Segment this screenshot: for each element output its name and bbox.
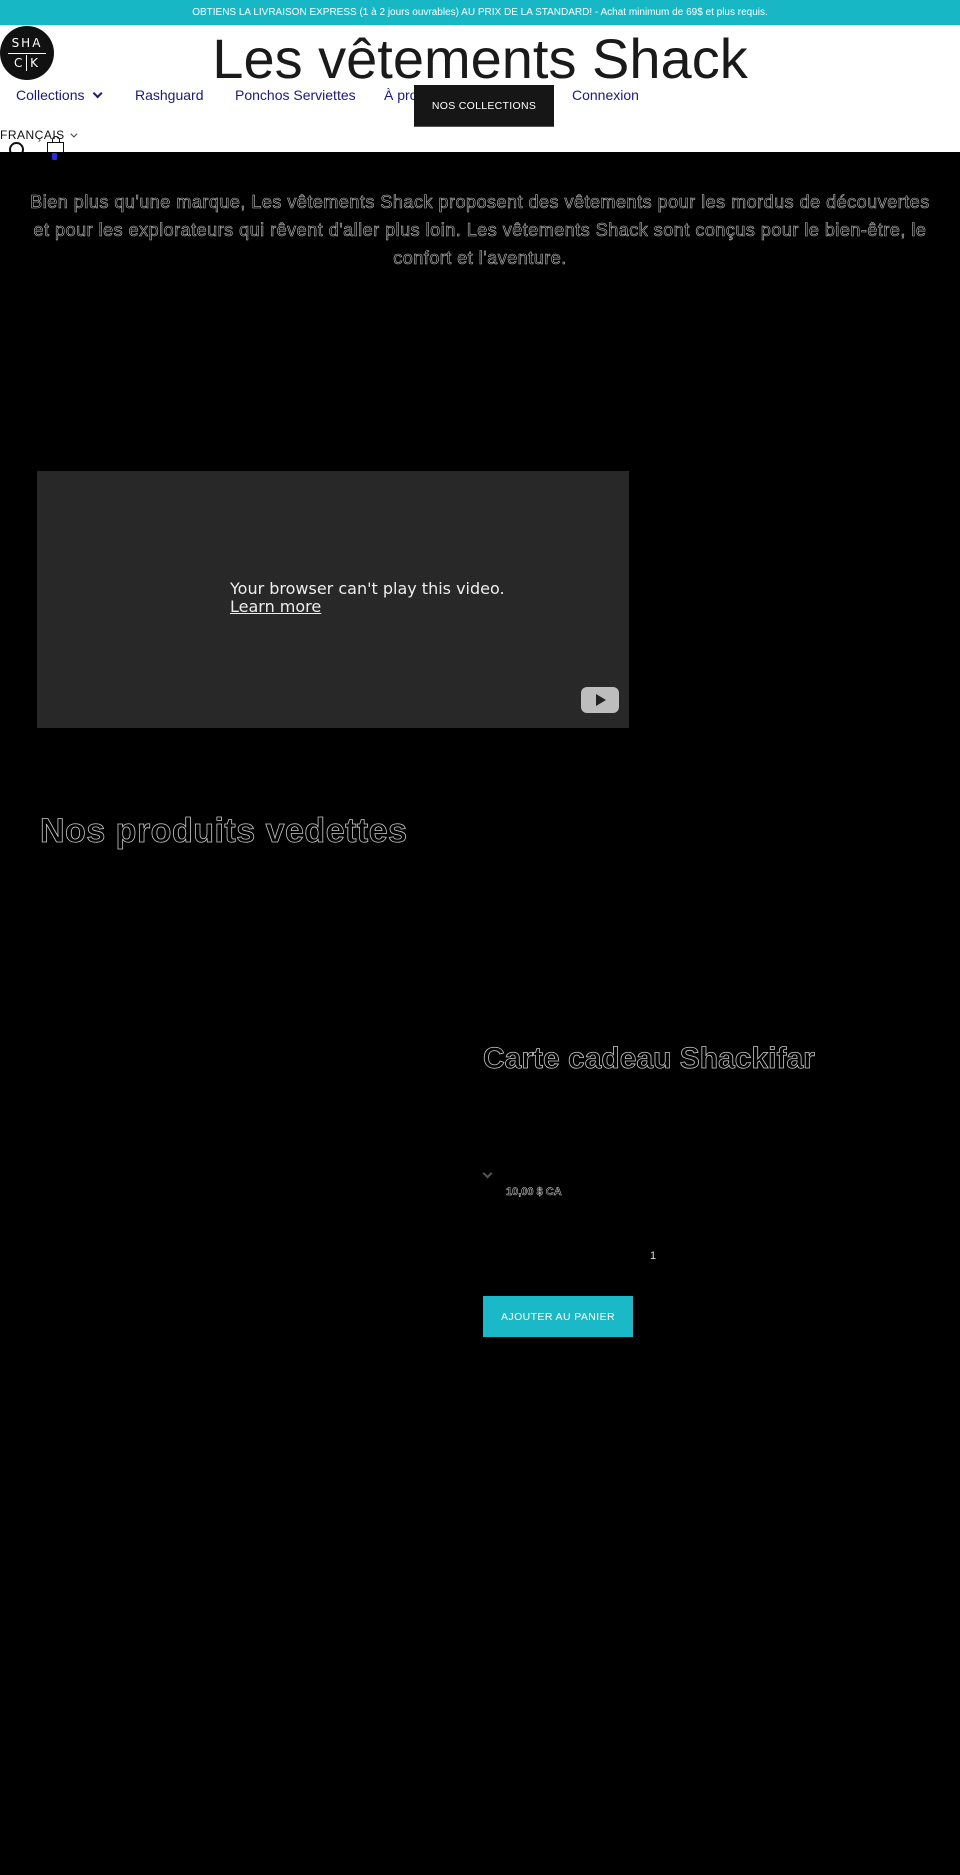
featured-products-heading: Nos produits vedettes — [40, 812, 408, 851]
cart-icon[interactable] — [47, 136, 64, 152]
nav-item-ponchos-serviettes[interactable]: Ponchos Serviettes — [235, 87, 356, 103]
nav-item-connexion[interactable]: Connexion — [572, 87, 639, 103]
chevron-down-icon[interactable] — [482, 1168, 493, 1179]
nav-label: Collections — [16, 87, 85, 103]
nav-label: Ponchos Serviettes — [235, 87, 356, 103]
intro-text: Bien plus qu'une marque, Les vêtements S… — [30, 192, 930, 269]
language-selector[interactable]: FRANÇAIS — [0, 128, 78, 142]
announcement-bar: OBTIENS LA LIVRAISON EXPRESS (1 à 2 jour… — [0, 0, 960, 25]
site-title[interactable]: Les vêtements Shack — [0, 27, 960, 91]
cart-count-badge — [52, 153, 57, 160]
nav-label: Connexion — [572, 87, 639, 103]
product-price: 10,00 $ CA — [506, 1186, 562, 1199]
quantity-input[interactable] — [650, 1250, 662, 1262]
video-error-message: Your browser can't play this video. Lear… — [230, 580, 505, 616]
dropdown-item-nos-collections[interactable]: NOS COLLECTIONS — [432, 100, 536, 112]
learn-more-link[interactable]: Learn more — [230, 598, 321, 616]
video-player[interactable]: Your browser can't play this video. Lear… — [37, 471, 629, 728]
nav-item-rashguard[interactable]: Rashguard — [135, 87, 204, 103]
nav-label: Rashguard — [135, 87, 204, 103]
youtube-play-icon[interactable] — [581, 687, 619, 713]
video-error-text: Your browser can't play this video. — [230, 579, 505, 598]
announcement-text: OBTIENS LA LIVRAISON EXPRESS (1 à 2 jour… — [192, 7, 768, 18]
add-to-cart-button[interactable]: AJOUTER AU PANIER — [483, 1296, 633, 1337]
product-title[interactable]: Carte cadeau Shackifar — [483, 1042, 816, 1076]
search-icon[interactable] — [8, 141, 24, 152]
chevron-down-icon — [70, 130, 78, 138]
nav-item-collections[interactable]: Collections — [16, 87, 104, 103]
dropdown-menu-a-propos: NOS COLLECTIONS — [414, 85, 554, 127]
